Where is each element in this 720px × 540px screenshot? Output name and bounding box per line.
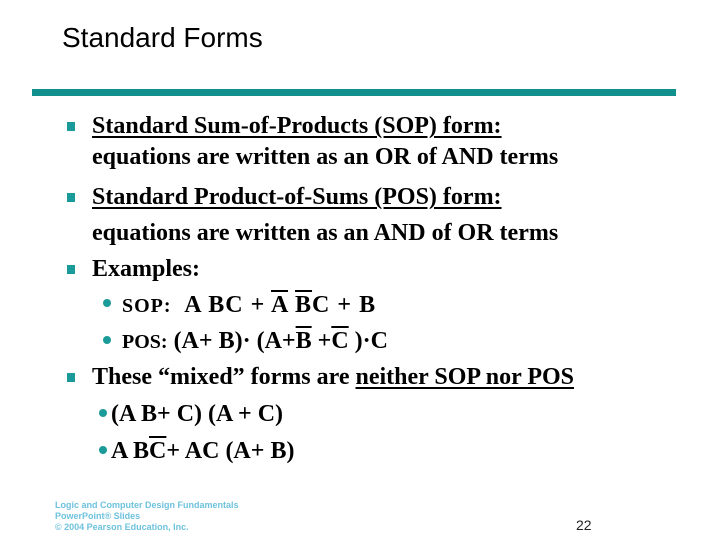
complement-A: A [271,292,289,318]
mixed-example-2: A BC+ AC (A+ B) [111,438,295,464]
slide-title: Standard Forms [62,22,263,53]
copyright-footer: Logic and Computer Design Fundamentals P… [55,500,239,533]
neither-sop-nor-pos: neither SOP nor POS [355,364,574,390]
footer-line-3: © 2004 Pearson Education, Inc. [55,522,189,532]
complement-C: C [149,438,167,464]
footer-line-2: PowerPoint® Slides [55,511,141,521]
round-bullet-icon [103,299,111,307]
mixed-forms-statement: These “mixed” forms are neither SOP nor … [92,364,574,390]
complement-B: B [295,292,313,318]
page-number: 22 [576,517,592,533]
complement-C: C [331,328,349,354]
square-bullet-icon [67,373,75,382]
round-bullet-icon [99,446,107,454]
examples-heading: Examples: [92,256,200,282]
sop-example: SOP: A BC + A BC + B [122,292,377,318]
complement-B: B [295,328,312,354]
mixed-example-1: (A B+ C) (A + C) [111,401,284,427]
bullet-pos-heading: Standard Product-of-Sums (POS) form: [92,182,502,212]
pos-example-label: POS: [122,331,168,353]
square-bullet-icon [67,265,75,274]
bullet-sop-body: equations are written as an OR of AND te… [92,144,559,170]
bullet-pos-body: equations are written as an AND of OR te… [92,220,559,246]
bullet-sop-heading: Standard Sum-of-Products (SOP) form: [92,111,502,141]
square-bullet-icon [67,193,75,202]
round-bullet-icon [103,336,111,344]
square-bullet-icon [67,122,75,131]
round-bullet-icon [99,409,107,417]
sop-heading-text: Standard Sum-of-Products (SOP) form: [92,113,502,139]
sop-example-label: SOP: [122,295,172,317]
pos-heading-text: Standard Product-of-Sums (POS) form: [92,184,502,210]
title-divider [32,89,676,96]
pos-example: POS: (A+ B)· (A+B +C )·C [122,328,389,354]
footer-line-1: Logic and Computer Design Fundamentals [55,500,239,510]
